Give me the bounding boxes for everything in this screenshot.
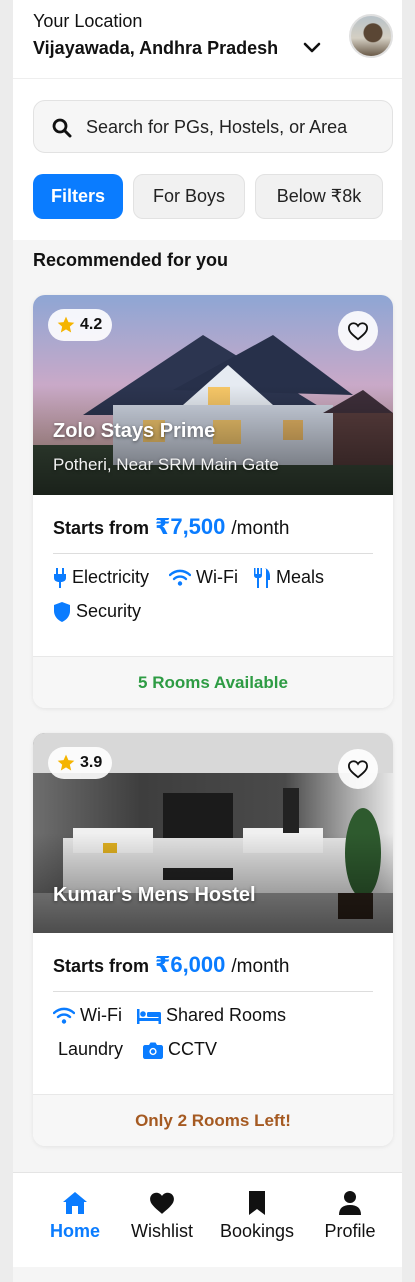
star-icon [57, 754, 75, 771]
amenity-label: CCTV [168, 1039, 217, 1059]
amenity-label: Electricity [72, 567, 150, 587]
plug-icon [54, 567, 66, 588]
chip-for-boys[interactable]: For Boys [133, 174, 245, 219]
location-header: Your Location Vijayawada, Andhra Pradesh [13, 0, 402, 78]
amenity-wifi: Wi-Fi [53, 1005, 122, 1026]
heart-outline-icon [347, 760, 369, 779]
screen-bottom-edge [13, 1267, 402, 1282]
wifi-icon [53, 1007, 75, 1024]
amenity-shared-rooms: Shared Rooms [137, 1005, 286, 1026]
heart-icon [150, 1192, 174, 1214]
amenity-label: Security [76, 601, 142, 621]
nav-label: Profile [324, 1221, 376, 1241]
listing-card[interactable]: 4.2 Zolo Stays Prime Potheri, Near SRM M… [33, 295, 393, 708]
nav-wishlist[interactable]: Wishlist [117, 1191, 207, 1242]
amenity-label: Meals [276, 567, 325, 587]
listing-card[interactable]: 3.9 Kumar's Mens Hostel Starts from ₹6,0… [33, 733, 393, 1146]
amenity-label: Wi-Fi [196, 567, 238, 587]
heart-outline-icon [347, 322, 369, 341]
filters-button[interactable]: Filters [33, 174, 123, 219]
bed-icon [137, 1008, 161, 1024]
amenity-label: Laundry [58, 1039, 124, 1059]
amenity-laundry: Laundry [58, 1039, 123, 1060]
price-value: ₹6,000 [155, 952, 226, 977]
home-icon [63, 1192, 87, 1214]
search-and-filters: Search for PGs, Hostels, or Area Filters… [13, 78, 402, 240]
amenity-security: Security [53, 601, 141, 622]
nav-label: Wishlist [131, 1221, 193, 1241]
price-row: Starts from ₹7,500 /month [53, 514, 290, 540]
search-input[interactable]: Search for PGs, Hostels, or Area [33, 100, 393, 153]
nav-label: Bookings [219, 1221, 295, 1241]
chip-below-8k[interactable]: Below ₹8k [255, 174, 383, 219]
location-caption: Your Location [33, 11, 143, 31]
divider [53, 553, 373, 554]
amenity-label: Wi-Fi [80, 1005, 122, 1025]
price-row: Starts from ₹6,000 /month [53, 952, 290, 978]
app-screen: Your Location Vijayawada, Andhra Pradesh… [13, 0, 402, 1282]
utensils-icon [254, 567, 270, 588]
rating-value: 4.2 [80, 316, 103, 333]
amenity-meals: Meals [253, 567, 324, 588]
listing-location: Potheri, Near SRM Main Gate [53, 455, 279, 474]
section-title: Recommended for you [33, 250, 229, 270]
camera-icon [143, 1042, 163, 1059]
bookmark-icon [249, 1191, 265, 1215]
nav-profile[interactable]: Profile [305, 1191, 395, 1242]
listing-name[interactable]: Zolo Stays Prime [53, 420, 215, 443]
listing-name[interactable]: Kumar's Mens Hostel [53, 884, 256, 907]
price-unit: /month [231, 956, 290, 977]
price-unit: /month [231, 518, 290, 539]
wishlist-button[interactable] [338, 311, 378, 351]
nav-home[interactable]: Home [30, 1191, 120, 1242]
search-icon [52, 118, 72, 138]
search-placeholder: Search for PGs, Hostels, or Area [86, 117, 348, 137]
amenity-label: Shared Rooms [166, 1005, 287, 1025]
amenity-electricity: Electricity [53, 567, 149, 588]
location-selector[interactable]: Vijayawada, Andhra Pradesh [33, 38, 278, 59]
shield-icon [54, 601, 70, 622]
price-label: Starts from [53, 518, 150, 538]
nav-label: Home [49, 1221, 100, 1241]
star-icon [57, 316, 75, 333]
amenity-cctv: CCTV [143, 1039, 217, 1060]
wifi-icon [169, 569, 191, 586]
rating-badge: 4.2 [48, 309, 113, 341]
amenity-wifi: Wi-Fi [169, 567, 238, 588]
nav-bookings[interactable]: Bookings [212, 1191, 302, 1242]
chevron-down-icon[interactable] [303, 41, 321, 55]
bottom-nav: Home Wishlist Bookings Profile [13, 1172, 402, 1267]
price-label: Starts from [53, 956, 150, 976]
wishlist-button[interactable] [338, 749, 378, 789]
availability-status: Only 2 Rooms Left! [33, 1094, 393, 1146]
divider [53, 991, 373, 992]
user-icon [339, 1191, 361, 1215]
rating-value: 3.9 [80, 754, 103, 771]
availability-status: 5 Rooms Available [33, 656, 393, 708]
price-value: ₹7,500 [155, 514, 226, 539]
rating-badge: 3.9 [48, 747, 113, 779]
avatar[interactable] [349, 14, 393, 58]
